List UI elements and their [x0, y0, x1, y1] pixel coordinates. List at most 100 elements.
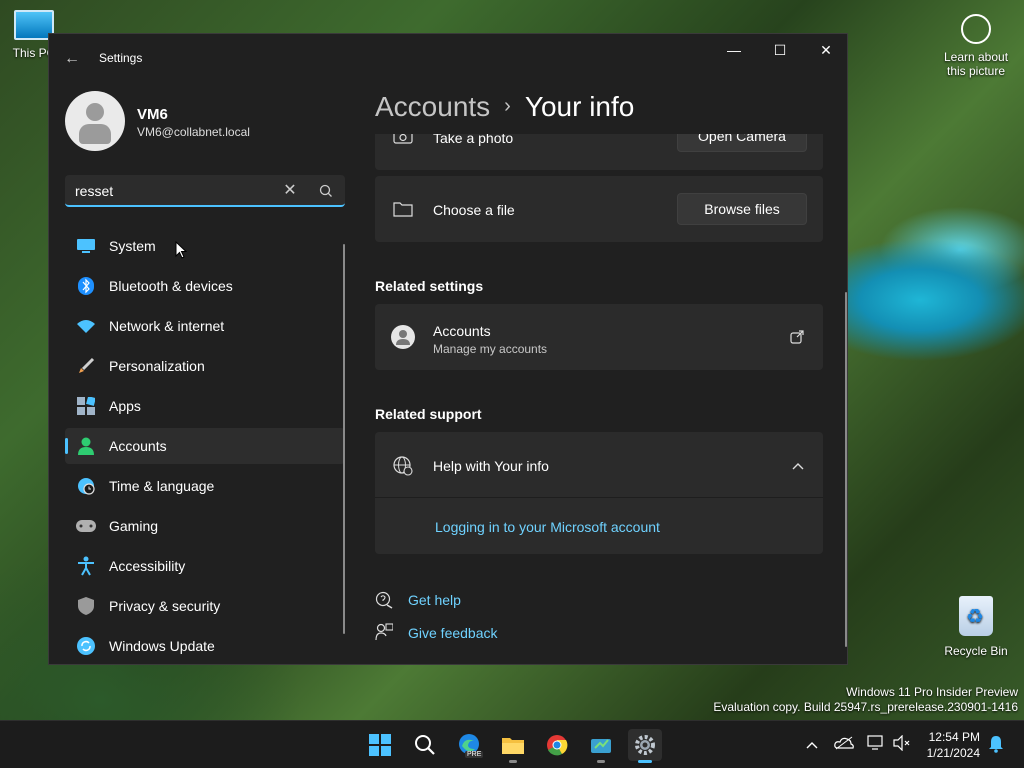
volume-muted-icon[interactable] [892, 734, 912, 755]
gamepad-icon [76, 516, 96, 536]
camera-lens-icon [961, 14, 991, 44]
sidebar-item-system[interactable]: System [65, 228, 345, 264]
sidebar-item-label: Time & language [109, 478, 215, 494]
minimize-button[interactable]: — [711, 34, 757, 66]
sidebar-item-label: Bluetooth & devices [109, 278, 233, 294]
system-icon [76, 236, 96, 256]
sidebar-item-label: System [109, 238, 156, 254]
related-settings-heading: Related settings [375, 278, 484, 294]
taskbar-search-button[interactable] [408, 729, 442, 761]
network-icon[interactable] [866, 735, 886, 755]
taskbar-chrome[interactable] [540, 729, 574, 761]
sidebar-item-label: Privacy & security [109, 598, 221, 614]
sidebar-item-apps[interactable]: Apps [65, 388, 345, 424]
settings-window: ← Settings — ☐ ✕ VM6 VM6@collabnet.local… [48, 33, 848, 665]
clock-time: 12:54 PM [928, 730, 980, 744]
taskbar-file-explorer[interactable] [496, 729, 530, 763]
chevron-up-icon[interactable] [791, 458, 805, 476]
sidebar-item-privacy[interactable]: Privacy & security [65, 588, 345, 624]
account-avatar-icon [391, 325, 415, 349]
sidebar-item-label: Personalization [109, 358, 205, 374]
chrome-icon [547, 735, 568, 756]
give-feedback-link[interactable]: Give feedback [408, 625, 498, 641]
open-camera-button[interactable]: Open Camera [677, 134, 807, 152]
globe-icon [392, 455, 414, 482]
breadcrumb-parent[interactable]: Accounts [375, 91, 490, 122]
taskbar-edge-preview[interactable]: PRE [452, 729, 486, 761]
recycle-bin-icon [959, 596, 993, 636]
avatar-body [79, 124, 111, 144]
person-icon [76, 436, 96, 456]
breadcrumb: Accounts › Your info [375, 91, 634, 123]
open-external-icon [790, 330, 804, 349]
recycle-bin-label: Recycle Bin [944, 644, 1008, 658]
title-bar[interactable]: ← Settings — ☐ ✕ [49, 34, 847, 82]
sidebar-item-label: Network & internet [109, 318, 225, 334]
camera-icon [393, 134, 413, 149]
breadcrumb-separator: › [504, 95, 511, 117]
sidebar-item-label: Gaming [109, 518, 159, 534]
take-photo-label: Take a photo [433, 134, 514, 146]
sidebar-item-windows-update[interactable]: Windows Update [65, 628, 345, 664]
profile-email: VM6@collabnet.local [137, 125, 250, 139]
start-button[interactable] [363, 729, 397, 761]
sidebar-item-network[interactable]: Network & internet [65, 308, 345, 344]
clock-globe-icon [76, 476, 96, 496]
update-icon [76, 636, 96, 656]
accessibility-icon [76, 556, 96, 576]
show-hidden-icons-chevron-icon[interactable] [802, 735, 822, 755]
notification-bell-icon[interactable] [986, 735, 1006, 755]
related-support-heading: Related support [375, 406, 482, 422]
wifi-icon [76, 316, 96, 336]
sidebar-item-accounts[interactable]: Accounts [65, 428, 345, 464]
choose-file-label: Choose a file [433, 202, 515, 218]
clear-search-icon[interactable]: ✕ [279, 180, 301, 202]
folder-icon [393, 200, 413, 223]
search-icon[interactable] [315, 180, 337, 202]
taskbar-settings[interactable] [628, 729, 662, 763]
accounts-link-card[interactable]: Accounts Manage my accounts [375, 304, 823, 370]
sidebar-item-label: Windows Update [109, 638, 215, 654]
help-expander-header[interactable]: Help with Your info [375, 432, 823, 498]
sidebar-item-gaming[interactable]: Gaming [65, 508, 345, 544]
folder-icon [502, 738, 524, 754]
taskbar: PRE 12:54 PM 1/21/2024 [0, 720, 1024, 768]
sidebar-item-personalization[interactable]: Personalization [65, 348, 345, 384]
search-input[interactable] [75, 181, 275, 201]
get-help-link[interactable]: Get help [408, 592, 461, 608]
maximize-button[interactable]: ☐ [757, 34, 803, 66]
sidebar-item-accessibility[interactable]: Accessibility [65, 548, 345, 584]
back-button[interactable]: ← [61, 48, 83, 70]
brush-icon [76, 356, 96, 376]
taskbar-app[interactable] [584, 729, 618, 763]
sidebar-item-bluetooth[interactable]: Bluetooth & devices [65, 268, 345, 304]
onedrive-icon[interactable] [834, 735, 854, 755]
avatar[interactable] [65, 91, 125, 151]
sidebar-item-label: Apps [109, 398, 141, 414]
content-scrollbar[interactable] [845, 292, 847, 647]
main-content: Take a photo Open Camera Choose a file B… [375, 134, 825, 666]
os-watermark: Windows 11 Pro Insider Preview Evaluatio… [713, 685, 1018, 715]
browse-files-button[interactable]: Browse files [677, 193, 807, 225]
close-button[interactable]: ✕ [803, 34, 849, 66]
watermark-line-2: Evaluation copy. Build 25947.rs_prerelea… [713, 700, 1018, 714]
sidebar-nav: System Bluetooth & devices Network & int… [65, 228, 345, 668]
search-box[interactable]: ✕ [65, 175, 345, 207]
accounts-link-subtitle: Manage my accounts [433, 342, 548, 356]
app-window-icon [591, 739, 611, 753]
help-expander: Help with Your info Logging in to your M… [375, 432, 823, 554]
help-title: Help with Your info [433, 458, 549, 474]
sidebar-item-time-language[interactable]: Time & language [65, 468, 345, 504]
learn-about-picture-icon[interactable]: Learn about this picture [940, 14, 1012, 78]
recycle-bin-desktop-icon[interactable]: Recycle Bin [940, 596, 1012, 658]
gear-icon [635, 735, 655, 755]
choose-file-card: Choose a file Browse files [375, 176, 823, 242]
taskbar-clock[interactable]: 12:54 PM 1/21/2024 [918, 729, 980, 761]
get-help-icon [375, 591, 393, 614]
help-link-microsoft-account[interactable]: Logging in to your Microsoft account [435, 519, 660, 535]
profile-name: VM6 [137, 106, 168, 123]
search-icon [415, 735, 435, 755]
shield-icon [76, 596, 96, 616]
sidebar-scrollbar[interactable] [343, 244, 345, 634]
avatar-head [86, 103, 104, 121]
